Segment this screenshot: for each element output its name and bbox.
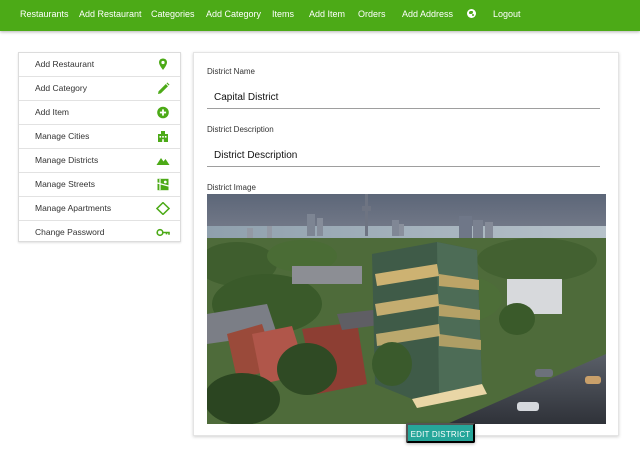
globe-icon[interactable] [467, 9, 476, 18]
plus-circle-icon [157, 106, 169, 119]
building-icon [158, 131, 168, 142]
nav-restaurants-link[interactable]: Restaurants [20, 0, 69, 29]
district-image[interactable] [207, 194, 606, 424]
top-navbar: Restaurants Add Restaurant Categories Ad… [0, 0, 640, 31]
sidebar-item-manage-apartments[interactable]: Manage Apartments [19, 197, 180, 221]
nav-add-restaurant-link[interactable]: Add Restaurant [79, 0, 142, 29]
nav-categories-link[interactable]: Categories [151, 0, 195, 29]
sidebar-item-change-password[interactable]: Change Password [19, 221, 180, 245]
nav-orders-link[interactable]: Orders [358, 0, 386, 29]
nav-logout-link[interactable]: Logout [493, 0, 521, 29]
district-image-label: District Image [207, 183, 256, 192]
district-description-input[interactable] [207, 145, 600, 167]
sidebar-item-add-restaurant[interactable]: Add Restaurant [19, 53, 180, 77]
map-icon [157, 178, 169, 191]
nav-items-link[interactable]: Items [272, 0, 294, 29]
district-description-label: District Description [207, 125, 274, 134]
sidebar-item-label: Add Restaurant [35, 59, 95, 69]
sidebar-item-label: Add Item [35, 107, 70, 117]
sidebar-item-manage-cities[interactable]: Manage Cities [19, 125, 180, 149]
pencil-icon [158, 82, 170, 94]
sidebar-item-label: Manage Streets [35, 179, 96, 189]
nav-add-address-link[interactable]: Add Address [402, 0, 453, 29]
diamond-icon [156, 202, 170, 215]
nav-add-item-link[interactable]: Add Item [309, 0, 345, 29]
map-marker-icon [159, 58, 167, 70]
sidebar-item-manage-streets[interactable]: Manage Streets [19, 173, 180, 197]
nav-add-category-link[interactable]: Add Category [206, 0, 261, 29]
sidebar-item-label: Manage Apartments [35, 203, 112, 213]
sidebar-item-add-category[interactable]: Add Category [19, 77, 180, 101]
sidebar-item-label: Change Password [35, 227, 105, 237]
edit-district-button[interactable]: EDIT DISTRICT [406, 423, 475, 443]
sidebar-item-label: Manage Cities [35, 131, 90, 141]
sidebar-item-add-item[interactable]: Add Item [19, 101, 180, 125]
edit-district-form: District Name District Description Distr… [193, 52, 619, 436]
key-icon [156, 228, 170, 237]
sidebar-item-label: Add Category [35, 83, 87, 93]
district-name-input[interactable] [207, 87, 600, 109]
sidebar-menu: Add Restaurant Add Category Add Item Man… [18, 52, 181, 242]
mountains-icon [156, 158, 170, 165]
sidebar-item-label: Manage Districts [35, 155, 99, 165]
district-name-label: District Name [207, 67, 256, 76]
sidebar-item-manage-districts[interactable]: Manage Districts [19, 149, 180, 173]
district-photo [207, 194, 606, 424]
